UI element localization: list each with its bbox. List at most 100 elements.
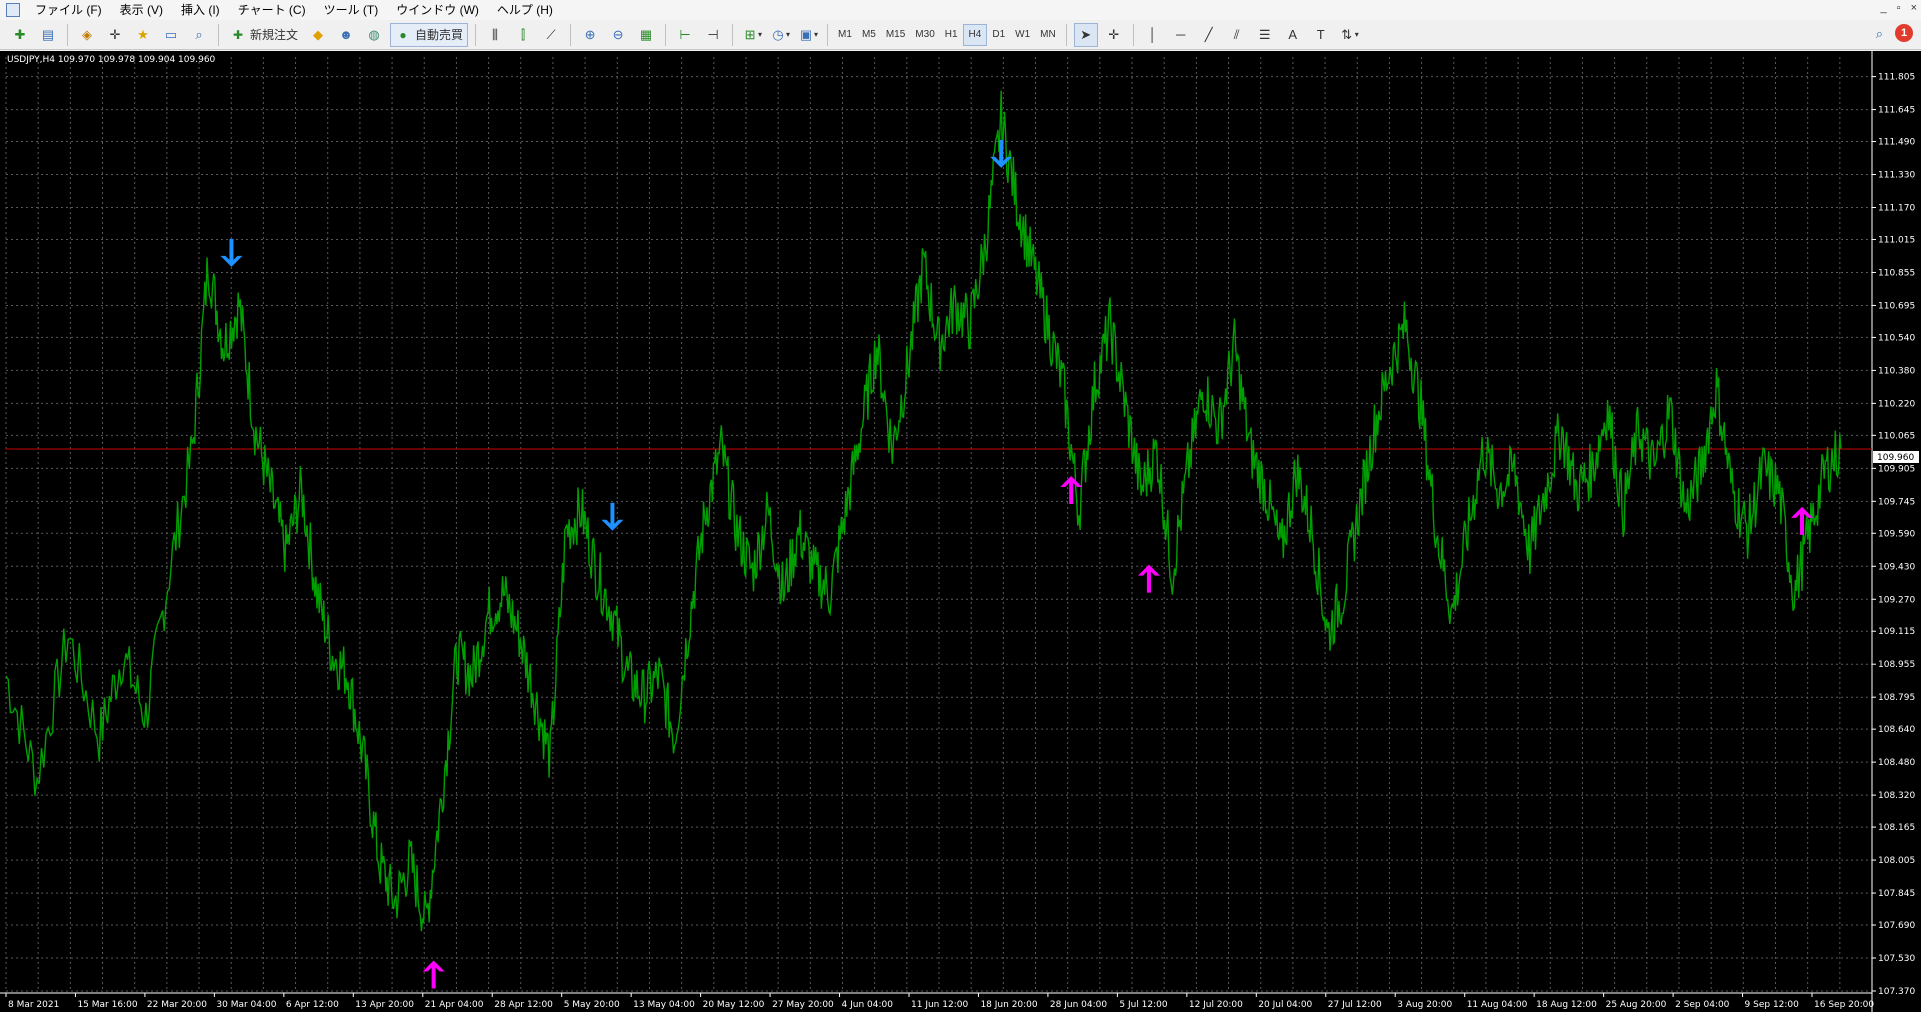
text-tool-button[interactable]: A — [1281, 23, 1305, 47]
y-tick-label: 110.220 — [1878, 399, 1915, 409]
y-tick-label: 111.015 — [1878, 235, 1915, 245]
minimize-button[interactable]: _ — [1881, 2, 1887, 14]
x-tick-label: 28 Jun 04:00 — [1050, 1000, 1107, 1010]
bar-chart-button[interactable]: ⫼ — [483, 23, 507, 47]
timeframe-m5[interactable]: M5 — [857, 24, 881, 46]
community-button[interactable]: ☻ — [334, 23, 358, 47]
fibonacci-icon: ☰ — [1258, 26, 1271, 42]
crosshair-icon: ✛ — [109, 26, 121, 42]
chevron-down-icon: ▾ — [1354, 30, 1359, 39]
chevron-down-icon: ▾ — [814, 30, 819, 39]
zoom-in-button[interactable]: ⊕ — [578, 23, 602, 47]
notification-badge[interactable]: 1 — [1895, 24, 1913, 42]
market-button[interactable]: ◍ — [362, 23, 386, 47]
zoom-out-button[interactable]: ⊖ — [606, 23, 630, 47]
x-tick-label: 15 Mar 16:00 — [77, 1000, 137, 1010]
autoscroll-button[interactable]: ⊣ — [701, 23, 725, 47]
price-chart: 111.805 111.645 111.490 111.330 111.170 111.0… — [0, 51, 1921, 1012]
toolbar-separator — [1065, 23, 1067, 46]
timeframe-h1[interactable]: H1 — [940, 24, 963, 46]
chart-shift-icon: ⊢ — [679, 26, 691, 42]
y-tick-label: 111.805 — [1878, 73, 1915, 83]
equidistant-channel-button[interactable]: ⫽ — [1225, 23, 1249, 47]
restore-button[interactable]: ▫ — [1897, 2, 1901, 14]
toolbar-separator — [570, 23, 572, 46]
y-tick-label: 110.695 — [1878, 301, 1915, 311]
candle-chart-button[interactable]: ⫿ — [511, 23, 535, 47]
timeframe-d1[interactable]: D1 — [987, 24, 1010, 46]
arrows-button[interactable]: ⇅ ▾ — [1337, 23, 1361, 47]
market-watch-button[interactable]: ◈ — [75, 23, 99, 47]
globe-icon: ◍ — [368, 26, 380, 42]
tester-button[interactable]: ⌕ — [187, 23, 211, 47]
arrows-icon: ⇅ — [1341, 26, 1353, 42]
menu-tools[interactable]: ツール (T) — [315, 0, 388, 20]
periods-button[interactable]: ◷ ▾ — [768, 23, 792, 47]
toolbar-separator — [1132, 23, 1134, 46]
toolbar-separator — [665, 23, 667, 46]
menu-chart[interactable]: チャート (C) — [229, 0, 315, 20]
menu-window[interactable]: ウインドウ (W) — [387, 0, 488, 20]
y-tick-label: 107.530 — [1878, 954, 1915, 964]
timeframe-m15[interactable]: M15 — [881, 24, 910, 46]
profiles-icon: ▤ — [41, 26, 55, 42]
horizontal-line-button[interactable]: ─ — [1169, 23, 1193, 47]
menu-bar: ファイル (F) 表示 (V) 挿入 (I) チャート (C) ツール (T) … — [0, 0, 1921, 20]
menu-insert[interactable]: 挿入 (I) — [172, 0, 229, 20]
tile-windows-button[interactable]: ▦ — [634, 23, 658, 47]
timeframe-h4[interactable]: H4 — [962, 23, 988, 46]
x-tick-label: 16 Sep 20:00 — [1814, 1000, 1874, 1010]
y-tick-label: 109.115 — [1878, 627, 1915, 637]
x-tick-label: 27 May 20:00 — [772, 1000, 834, 1010]
profiles-button[interactable]: ▤ — [36, 23, 60, 47]
new-chart-button[interactable]: ✚ — [8, 23, 32, 47]
line-chart-button[interactable]: ⟋ — [539, 23, 563, 47]
text-label-button[interactable]: T — [1309, 23, 1333, 47]
indicators-button[interactable]: ⊞ ▾ — [740, 23, 764, 47]
chart-shift-button[interactable]: ⊢ — [673, 23, 697, 47]
search-icon[interactable]: ⌕ — [1876, 26, 1883, 42]
line-chart-icon: ⟋ — [546, 26, 556, 42]
templates-button[interactable]: ▣ ▾ — [796, 23, 820, 47]
timeframe-m1[interactable]: M1 — [833, 24, 857, 46]
crosshair-tool-button[interactable]: ✛ — [1102, 23, 1126, 47]
terminal-button[interactable]: ▭ — [159, 23, 183, 47]
y-tick-label: 108.955 — [1878, 660, 1915, 670]
chart-area[interactable]: 111.805 111.645 111.490 111.330 111.170 111.0… — [0, 51, 1921, 1012]
trendline-button[interactable]: ╱ — [1197, 23, 1221, 47]
text-icon: A — [1288, 27, 1298, 42]
y-tick-label: 110.855 — [1878, 268, 1915, 278]
toolbar: ✚ ▤ ◈ ✛ ★ ▭ ⌕ ✚ 新規注文 ◆ ☻ ◍ ● 自動売買 ⫼ ⫿ ⟋ ⊕ … — [0, 20, 1921, 50]
menu-file[interactable]: ファイル (F) — [26, 0, 111, 20]
menu-help[interactable]: ヘルプ (H) — [488, 0, 562, 20]
diamond-icon: ◆ — [313, 26, 324, 42]
new-order-button[interactable]: ✚ 新規注文 — [226, 23, 302, 47]
symbol-info: USDJPY,H4 109.970 109.978 109.904 109.96… — [7, 55, 216, 65]
fibonacci-button[interactable]: ☰ — [1253, 23, 1277, 47]
navigator-button[interactable]: ★ — [131, 23, 155, 47]
chevron-down-icon: ▾ — [786, 30, 791, 39]
x-tick-label: 9 Sep 12:00 — [1745, 1000, 1800, 1010]
auto-trade-button[interactable]: ● 自動売買 — [390, 22, 469, 47]
close-button[interactable]: × — [1911, 2, 1917, 14]
magnifier-icon: ⌕ — [195, 26, 203, 42]
y-tick-label: 108.320 — [1878, 791, 1915, 801]
timeframe-m30[interactable]: M30 — [910, 24, 939, 46]
candlestick-icon: ⫿ — [520, 26, 526, 42]
horizontal-line-icon: ─ — [1176, 27, 1186, 42]
zoom-in-icon: ⊕ — [584, 26, 596, 42]
cursor-tool-button[interactable]: ➤ — [1073, 22, 1098, 47]
vertical-line-button[interactable]: │ — [1141, 23, 1165, 47]
autoscroll-icon: ⊣ — [707, 26, 719, 42]
x-tick-label: 11 Jun 12:00 — [911, 1000, 968, 1010]
menu-view[interactable]: 表示 (V) — [111, 0, 172, 20]
chart-background — [0, 51, 1921, 1012]
toolbar-separator — [732, 23, 734, 46]
timeframe-w1[interactable]: W1 — [1010, 24, 1035, 46]
window-controls: _ ▫ × — [1881, 2, 1917, 14]
data-window-button[interactable]: ✛ — [103, 23, 127, 47]
timeframe-mn[interactable]: MN — [1035, 24, 1061, 46]
y-tick-label: 109.590 — [1878, 529, 1915, 539]
x-tick-label: 3 Aug 20:00 — [1397, 1000, 1452, 1010]
metaeditor-button[interactable]: ◆ — [306, 23, 330, 47]
